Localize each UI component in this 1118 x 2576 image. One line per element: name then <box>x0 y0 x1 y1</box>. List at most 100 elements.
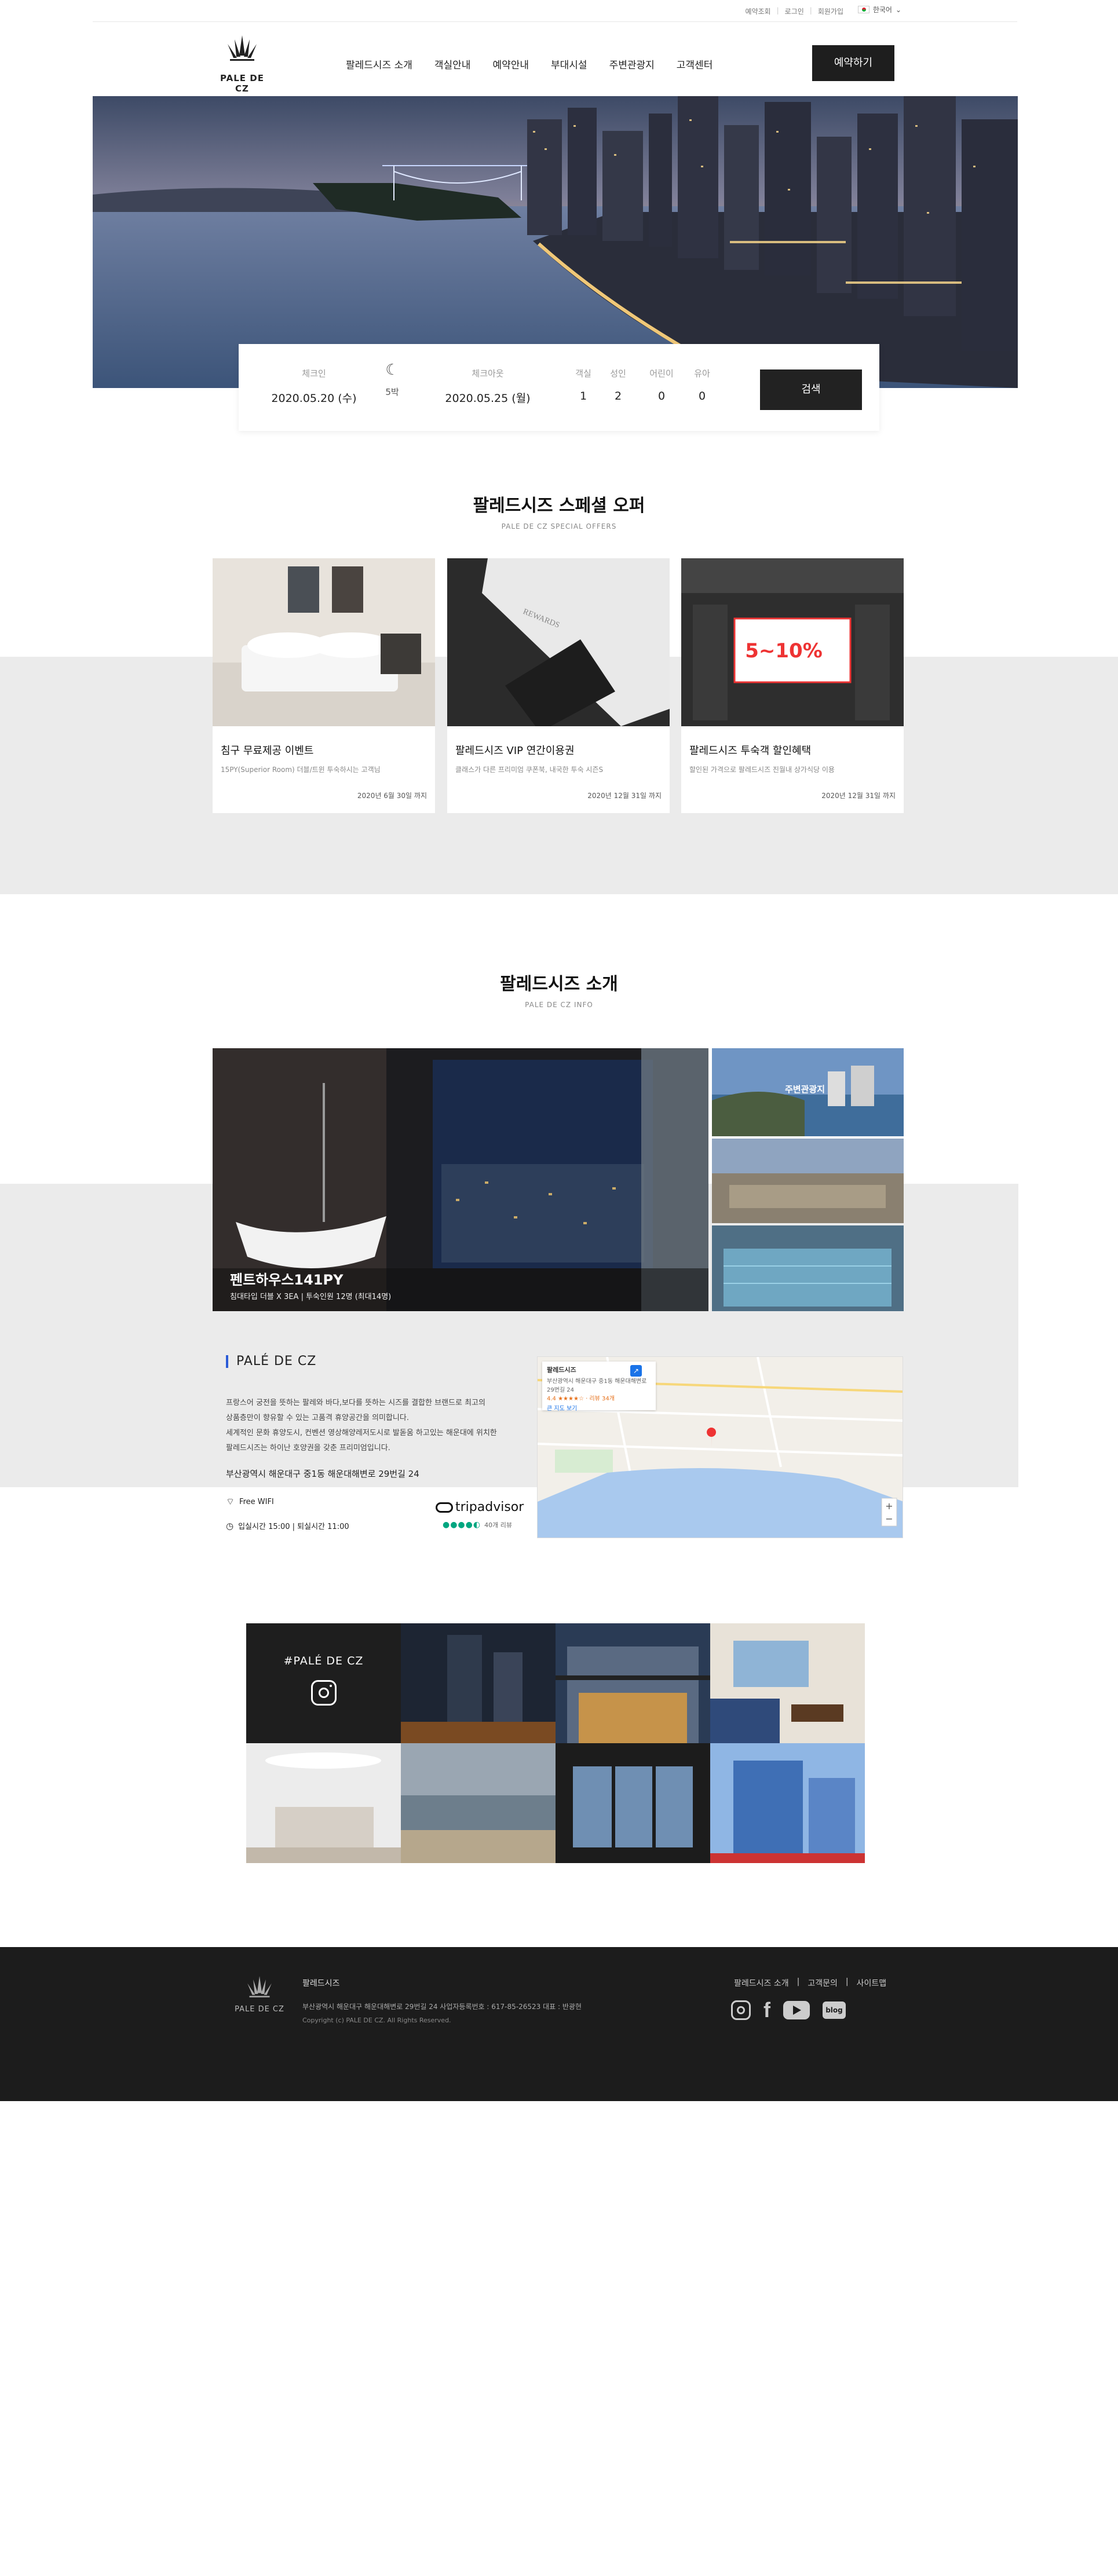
footer-copyright: Copyright (c) PALE DE CZ. All Rights Res… <box>302 2017 451 2024</box>
infants-field[interactable]: 유아 0 <box>688 367 717 402</box>
youtube-icon[interactable] <box>783 2001 810 2019</box>
rooftop-photo[interactable] <box>712 1139 904 1223</box>
footer: PALE DE CZ 팔레드시즈 부산광역시 해운대구 해운대해변로 29번길 … <box>0 1947 1118 2101</box>
offer-desc: 15PY(Superior Room) 더블/트윈 투숙하시는 고객님 <box>221 766 381 774</box>
separator: | <box>776 6 779 14</box>
rooms-label: 객실 <box>575 368 591 379</box>
bedding-photo <box>213 558 435 726</box>
footer-link-about[interactable]: 팔레드시즈 소개 <box>734 1977 789 1989</box>
logo[interactable]: PALE DE CZ <box>213 32 271 94</box>
adults-field[interactable]: 성인 2 <box>604 367 633 402</box>
offer-date: 2020년 6월 30일 까지 <box>357 792 427 800</box>
footer-logo-text: PALE DE CZ <box>235 2005 284 2014</box>
nights-value: 5박 <box>385 387 399 397</box>
utility-links: 예약조회 | 로그인 | 회원가입 <box>745 6 843 16</box>
offer-card[interactable]: REWARDS 팔레드시즈 VIP 연간이용권 클래스가 다른 프리미엄 쿠폰북… <box>447 558 670 813</box>
offer-title: 침구 무료제공 이벤트 <box>221 745 314 757</box>
instagram-tile[interactable]: #PALÉ DE CZ <box>246 1623 401 1743</box>
footer-link-inquiry[interactable]: 고객문의 <box>808 1977 838 1989</box>
signup-link[interactable]: 회원가입 <box>818 6 843 16</box>
logo-crown-icon <box>228 35 257 61</box>
separator: | <box>809 6 812 14</box>
tripadvisor-owl-icon <box>436 1502 453 1513</box>
nav-facilities[interactable]: 부대시설 <box>551 57 587 71</box>
map-large-link[interactable]: 큰 지도 보기 <box>547 1403 651 1412</box>
instagram-photo[interactable] <box>401 1743 556 1863</box>
reservation-search-box: 체크인 2020.05.20 (수) ☾ 5박 체크아웃 2020.05.25 … <box>239 344 879 431</box>
address: 부산광역시 해운대구 중1동 해운대해변로 29번길 24 <box>226 1469 419 1479</box>
instagram-photo[interactable] <box>401 1623 556 1743</box>
rooms-value: 1 <box>579 390 587 402</box>
instagram-photo[interactable] <box>710 1743 865 1863</box>
footer-links: 팔레드시즈 소개 | 고객문의 | 사이트맵 <box>734 1977 886 1989</box>
login-link[interactable]: 로그인 <box>785 6 804 16</box>
footer-address: 부산광역시 해운대구 해운대해변로 29번길 24 사업자등록번호 : 617-… <box>302 2003 582 2011</box>
checkout-label: 체크아웃 <box>472 368 504 379</box>
checkin-field[interactable]: 체크인 2020.05.20 (수) <box>268 367 360 405</box>
footer-link-sitemap[interactable]: 사이트맵 <box>857 1977 887 1989</box>
offers-title: 팔레드시즈 스페셜 오퍼 <box>473 496 645 516</box>
map-directions-icon[interactable]: ↗ <box>630 1365 642 1377</box>
info-heading: 팔레드시즈 소개 PALE DE CZ INFO <box>0 969 1118 1009</box>
rewards-card-photo: REWARDS <box>447 558 670 726</box>
book-now-button[interactable]: 예약하기 <box>812 45 894 81</box>
trip-rating: ●●●●◐ 40개 리뷰 <box>436 1520 528 1529</box>
wifi-icon: ⌔ <box>226 1496 235 1507</box>
nav-attractions[interactable]: 주변관광지 <box>609 57 655 71</box>
location-map[interactable]: 팔레드시즈 부산광역시 해운대구 중1동 해운대해변로 29번길 24 4.4 … <box>537 1356 903 1538</box>
nav-about[interactable]: 팔레드시즈 소개 <box>346 57 412 71</box>
blog-icon[interactable]: blog <box>823 2001 846 2019</box>
search-button[interactable]: 검색 <box>760 369 862 410</box>
info-title: 팔레드시즈 소개 <box>500 974 618 994</box>
instagram-icon[interactable] <box>731 2000 751 2020</box>
offer-card[interactable]: 침구 무료제공 이벤트 15PY(Superior Room) 더블/트윈 투숙… <box>213 558 435 813</box>
instagram-photo[interactable] <box>556 1743 710 1863</box>
map-rating: 4.4 ★★★★☆ · 리뷰 34개 <box>547 1396 615 1402</box>
zoom-out-button[interactable]: − <box>883 1513 896 1524</box>
offer-date: 2020년 12월 31일 까지 <box>587 792 662 800</box>
header: PALE DE CZ 팔레드시즈 소개 객실안내 예약안내 부대시설 주변관광지… <box>93 22 1017 96</box>
children-value: 0 <box>657 390 666 402</box>
zoom-in-button[interactable]: + <box>883 1501 896 1512</box>
rooms-field[interactable]: 객실 1 <box>569 367 598 402</box>
map-address-line: 29번길 24 <box>547 1387 575 1393</box>
adults-label: 성인 <box>610 368 626 379</box>
chevron-down-icon: ⌄ <box>895 5 901 14</box>
brand-title: PALÉ DE CZ <box>226 1355 539 1368</box>
checkout-field[interactable]: 체크아웃 2020.05.25 (월) <box>436 367 540 405</box>
instagram-tag: #PALÉ DE CZ <box>283 1655 364 1667</box>
clock-icon: ◷ <box>226 1520 234 1531</box>
instagram-photo[interactable] <box>246 1743 401 1863</box>
pool-photo[interactable] <box>712 1225 904 1311</box>
offer-card[interactable]: 5~10% 팔레드시즈 투숙객 할인혜택 할인된 가격으로 팔레드시즈 진월내 … <box>681 558 904 813</box>
penthouse-photo[interactable]: 펜트하우스141PY 침대타입 더블 X 3EA | 투숙인원 12명 (최대1… <box>213 1048 708 1311</box>
nights-display: ☾ 5박 <box>378 361 407 398</box>
separator: | <box>797 1977 800 1986</box>
nav-customer-center[interactable]: 고객센터 <box>677 57 713 71</box>
map-address-line: 부산광역시 해운대구 중1동 해운대해변로 <box>547 1378 647 1385</box>
logo-crown-icon <box>247 1976 272 1997</box>
instagram-photo[interactable] <box>710 1623 865 1743</box>
infants-value: 0 <box>698 390 706 402</box>
children-label: 어린이 <box>649 368 674 379</box>
footer-logo[interactable]: PALE DE CZ <box>231 1974 288 2014</box>
children-field[interactable]: 어린이 0 <box>644 367 679 402</box>
tripadvisor-badge[interactable]: tripadvisor ●●●●◐ 40개 리뷰 <box>436 1500 528 1529</box>
language-select[interactable]: 한국어 ⌄ <box>857 5 901 14</box>
nav-rooms[interactable]: 객실안내 <box>434 57 471 71</box>
facebook-icon[interactable]: f <box>763 2000 770 2021</box>
attractions-photo[interactable]: 주변관광지 <box>712 1048 904 1136</box>
checkin-time: 입실시간 15:00 | 퇴실시간 11:00 <box>238 1523 349 1531</box>
footer-social: f blog <box>731 2000 846 2021</box>
wifi-label: Free WIFI <box>239 1497 274 1506</box>
separator: | <box>845 1977 849 1986</box>
brand-desc-line: 세계적인 문화 휴양도시, 컨벤션 영상해양레저도시로 발돋움 하고있는 해운대… <box>226 1429 497 1437</box>
offer-title: 팔레드시즈 투숙객 할인혜택 <box>689 745 812 757</box>
language-label: 한국어 <box>872 6 892 14</box>
adults-value: 2 <box>614 390 622 402</box>
instagram-photo[interactable] <box>556 1623 710 1743</box>
instagram-icon <box>311 1680 337 1706</box>
brand-description: 프랑스어 궁전을 뜻하는 팔레와 바다,보다를 뜻하는 시즈를 결합한 브랜드로… <box>226 1396 539 1456</box>
reservation-check-link[interactable]: 예약조회 <box>745 6 770 16</box>
nav-reservation[interactable]: 예약안내 <box>492 57 529 71</box>
